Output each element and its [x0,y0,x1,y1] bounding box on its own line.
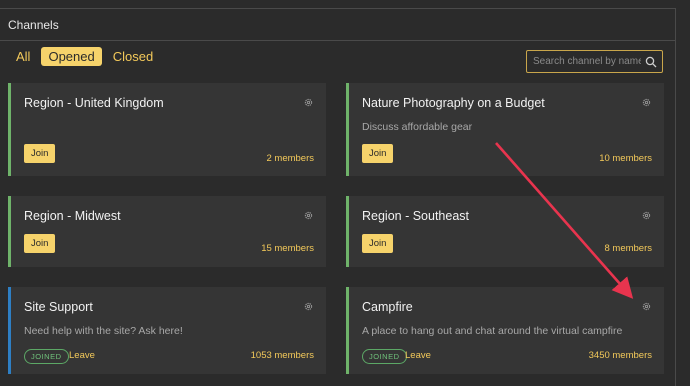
leave-button[interactable]: Leave [405,350,431,361]
channel-card[interactable]: Region - Midwest Join 15 members [8,196,326,267]
join-button[interactable]: Join [362,234,394,253]
gear-icon[interactable] [303,97,314,108]
channel-card[interactable]: Site Support Need help with the site? As… [8,287,326,374]
member-count[interactable]: 8 members [604,243,652,254]
page-title: Channels [8,17,59,32]
gear-icon[interactable] [303,301,314,312]
channel-title[interactable]: Region - Midwest [24,209,121,223]
join-button[interactable]: Join [24,234,56,253]
member-count[interactable]: 15 members [261,243,314,254]
panel-header: Channels [0,9,675,41]
channel-title[interactable]: Region - Southeast [362,209,469,223]
search-box [526,50,663,73]
gear-icon[interactable] [303,210,314,221]
filter-opened[interactable]: Opened [41,46,102,66]
channel-description: Need help with the site? Ask here! [24,325,183,337]
channel-description: Discuss affordable gear [362,121,473,133]
channel-title[interactable]: Site Support [24,300,93,314]
join-button[interactable]: Join [362,144,394,163]
channel-card[interactable]: Region - United Kingdom Join 2 members [8,83,326,176]
channel-title[interactable]: Nature Photography on a Budget [362,96,545,110]
channel-card[interactable]: Nature Photography on a Budget Discuss a… [346,83,664,176]
search-icon[interactable] [643,54,659,70]
member-count[interactable]: 1053 members [251,350,314,361]
leave-button[interactable]: Leave [69,350,95,361]
join-button[interactable]: Join [24,144,56,163]
channel-card[interactable]: Region - Southeast Join 8 members [346,196,664,267]
channel-card[interactable]: Campfire A place to hang out and chat ar… [346,287,664,374]
channel-title[interactable]: Campfire [362,300,413,314]
channel-title[interactable]: Region - United Kingdom [24,96,164,110]
member-count[interactable]: 3450 members [589,350,652,361]
filter-tabs: All Opened Closed [9,45,164,67]
joined-badge: JOINED [24,349,69,364]
filter-closed[interactable]: Closed [106,47,160,66]
gear-icon[interactable] [641,97,652,108]
gear-icon[interactable] [641,301,652,312]
member-count[interactable]: 2 members [266,153,314,164]
filter-all[interactable]: All [9,47,37,66]
search-input[interactable] [527,55,643,68]
joined-badge: JOINED [362,349,407,364]
member-count[interactable]: 10 members [599,153,652,164]
gear-icon[interactable] [641,210,652,221]
channel-description: A place to hang out and chat around the … [362,325,623,337]
